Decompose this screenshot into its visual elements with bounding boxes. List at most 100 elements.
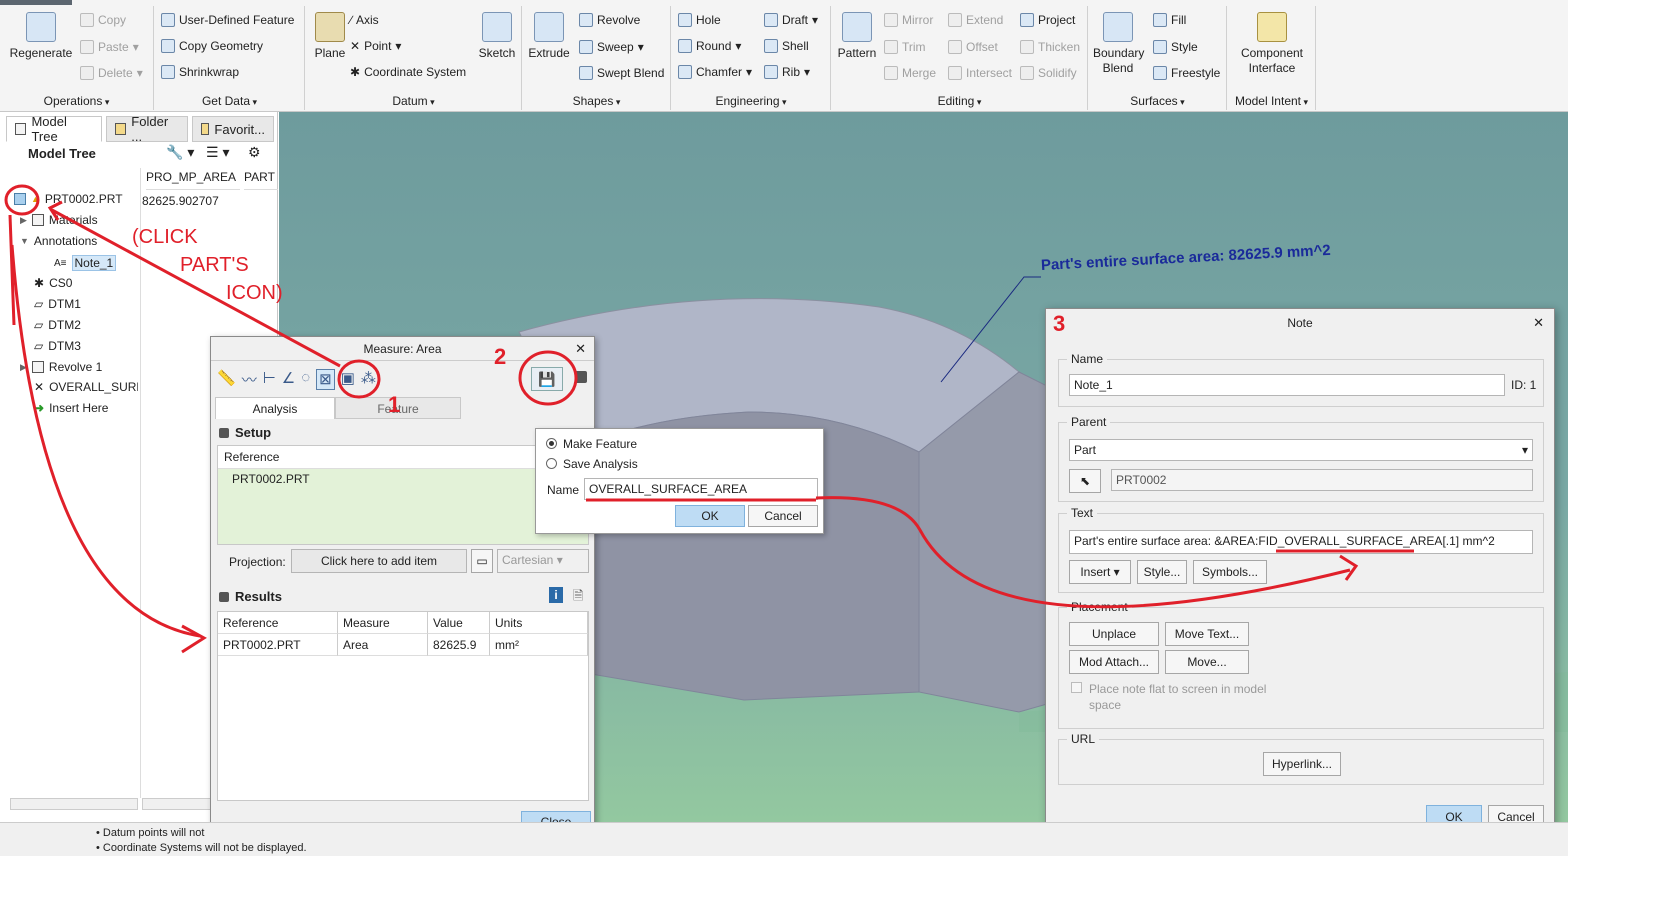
extend-button[interactable]: Extend	[948, 10, 1003, 30]
group-label-model-intent[interactable]: Model Intent	[1228, 94, 1315, 108]
sketch-button[interactable]: Sketch	[476, 12, 518, 60]
udf-button[interactable]: User-Defined Feature	[161, 10, 294, 30]
extrude-button[interactable]: Extrude	[525, 12, 573, 60]
tab-favorites[interactable]: Favorit...	[192, 116, 274, 142]
copy-button[interactable]: Copy	[80, 10, 126, 30]
move-button[interactable]: Move...	[1165, 650, 1249, 674]
feature-name-input[interactable]: OVERALL_SURFACE_AREA	[584, 478, 818, 500]
popup-cancel-button[interactable]: Cancel	[748, 505, 818, 527]
note-name-input[interactable]: Note_1	[1069, 374, 1505, 396]
group-label-shapes[interactable]: Shapes	[523, 94, 670, 108]
move-text-button[interactable]: Move Text...	[1165, 622, 1249, 646]
freestyle-button[interactable]: Freestyle	[1153, 63, 1220, 83]
tab-model-tree[interactable]: Model Tree	[6, 114, 102, 144]
plane-button[interactable]: Plane	[310, 12, 350, 60]
group-label-editing[interactable]: Editing	[832, 94, 1087, 108]
fill-button[interactable]: Fill	[1153, 10, 1186, 30]
tree-item-overall-surface[interactable]: ✕OVERALL_SURFAC	[34, 380, 138, 394]
projection-direction-button[interactable]: ▭	[471, 549, 493, 573]
measure-length-icon[interactable]: 〰	[242, 369, 257, 390]
measure-area-icon[interactable]: ⊠	[316, 369, 335, 390]
component-interface-button[interactable]: Component Interface	[1232, 12, 1312, 76]
trim-button[interactable]: Trim	[884, 37, 926, 57]
sweep-button[interactable]: Sweep ▾	[579, 37, 644, 57]
merge-button[interactable]: Merge	[884, 63, 936, 83]
measure-close-icon[interactable]: ✕	[575, 341, 586, 357]
save-icon[interactable]: 💾	[531, 367, 563, 391]
parent-dropdown[interactable]: Part ▾	[1069, 439, 1533, 461]
measure-diameter-icon[interactable]: ◌	[301, 369, 310, 390]
info-icon[interactable]: i	[549, 587, 563, 603]
tree-item-insert-here[interactable]: ➜ Insert Here	[34, 401, 108, 415]
mirror-button[interactable]: Mirror	[884, 10, 933, 30]
tree-item-cs0[interactable]: ✱ CS0	[34, 276, 72, 290]
swept-blend-button[interactable]: Swept Blend	[579, 63, 664, 83]
round-button[interactable]: Round ▾	[678, 36, 741, 56]
tree-horizontal-scrollbar[interactable]	[10, 798, 138, 810]
cartesian-dropdown[interactable]: Cartesian ▾	[497, 549, 589, 573]
note-text-input[interactable]: Part's entire surface area: &AREA:FID_OV…	[1069, 530, 1533, 554]
point-button[interactable]: ✕ Point ▾	[350, 36, 401, 56]
make-feature-radio[interactable]	[546, 438, 557, 449]
tree-item-materials[interactable]: ▶ Materials	[20, 213, 98, 227]
chamfer-button[interactable]: Chamfer ▾	[678, 62, 752, 82]
regenerate-button[interactable]: Regenerate	[6, 12, 76, 60]
group-label-surfaces[interactable]: Surfaces	[1089, 94, 1226, 108]
note-close-icon[interactable]: ✕	[1533, 315, 1544, 331]
revolve-button[interactable]: Revolve	[579, 10, 640, 30]
popup-ok-button[interactable]: OK	[675, 505, 745, 527]
mod-attach-button[interactable]: Mod Attach...	[1069, 650, 1159, 674]
project-button[interactable]: Project	[1020, 10, 1075, 30]
measure-distance-icon[interactable]: ⊢	[263, 369, 276, 390]
col-part[interactable]: PART	[244, 170, 278, 190]
file-tab-strip[interactable]	[0, 0, 72, 5]
projection-collector[interactable]: Click here to add item	[291, 549, 467, 573]
measure-transform-icon[interactable]: ⁂	[361, 369, 376, 390]
group-label-engineering[interactable]: Engineering	[672, 94, 830, 108]
thicken-button[interactable]: Thicken	[1020, 37, 1080, 57]
tree-filter-icon[interactable]: ⚙	[248, 144, 261, 161]
tree-item-dtm1[interactable]: ▱ DTM1	[34, 297, 81, 311]
paste-button[interactable]: Paste ▾	[80, 37, 139, 57]
reference-item[interactable]: PRT0002.PRT	[218, 469, 588, 489]
setup-header[interactable]: Setup	[219, 425, 271, 440]
group-label-datum[interactable]: Datum	[306, 94, 521, 108]
draft-button[interactable]: Draft ▾	[764, 10, 818, 30]
shrinkwrap-button[interactable]: Shrinkwrap	[161, 62, 239, 82]
tree-show-icon[interactable]: ☰ ▾	[206, 144, 229, 161]
style-button[interactable]: Style...	[1137, 560, 1187, 584]
offset-button[interactable]: Offset	[948, 37, 998, 57]
csys-button[interactable]: ✱ Coordinate System	[350, 62, 466, 82]
tree-item-dtm3[interactable]: ▱ DTM3	[34, 339, 81, 353]
tab-analysis[interactable]: Analysis	[215, 397, 335, 419]
insert-dropdown[interactable]: Insert ▾	[1069, 560, 1131, 584]
intersect-button[interactable]: Intersect	[948, 63, 1012, 83]
reference-collector[interactable]: Reference PRT0002.PRT	[217, 445, 589, 545]
shell-button[interactable]: Shell	[764, 36, 809, 56]
report-icon[interactable]: 🗎	[573, 587, 583, 609]
tree-item-dtm2[interactable]: ▱ DTM2	[34, 318, 81, 332]
measure-summary-icon[interactable]: 📏	[217, 369, 236, 390]
delete-button[interactable]: Delete ▾	[80, 63, 143, 83]
save-analysis-radio[interactable]	[546, 458, 557, 469]
hole-button[interactable]: Hole	[678, 10, 721, 30]
tree-item-prt0002[interactable]: ▲ PRT0002.PRT	[14, 192, 123, 206]
tree-item-annotations[interactable]: ▼ Annotations	[20, 234, 97, 248]
tree-item-note1[interactable]: A≡ Note_1	[54, 255, 117, 271]
group-label-get-data[interactable]: Get Data	[155, 94, 304, 108]
axis-button[interactable]: ∕ Axis	[350, 10, 379, 30]
tree-item-revolve1[interactable]: ▶ Revolve 1	[20, 360, 102, 374]
flat-to-screen-checkbox[interactable]	[1071, 682, 1082, 693]
hyperlink-button[interactable]: Hyperlink...	[1263, 752, 1341, 776]
tree-settings-icon[interactable]: 🔧 ▾	[166, 144, 194, 161]
style-button[interactable]: Style	[1153, 37, 1198, 57]
parent-reference-field[interactable]: PRT0002	[1111, 469, 1533, 491]
collapse-toolbar-icon[interactable]	[575, 371, 587, 383]
rib-button[interactable]: Rib ▾	[764, 62, 810, 82]
unplace-button[interactable]: Unplace	[1069, 622, 1159, 646]
results-header[interactable]: Results	[219, 589, 282, 604]
col-pro-mp-area[interactable]: PRO_MP_AREA	[146, 170, 240, 190]
solidify-button[interactable]: Solidify	[1020, 63, 1077, 83]
measure-angle-icon[interactable]: ∠	[282, 369, 295, 390]
boundary-blend-button[interactable]: Boundary Blend	[1093, 12, 1144, 76]
